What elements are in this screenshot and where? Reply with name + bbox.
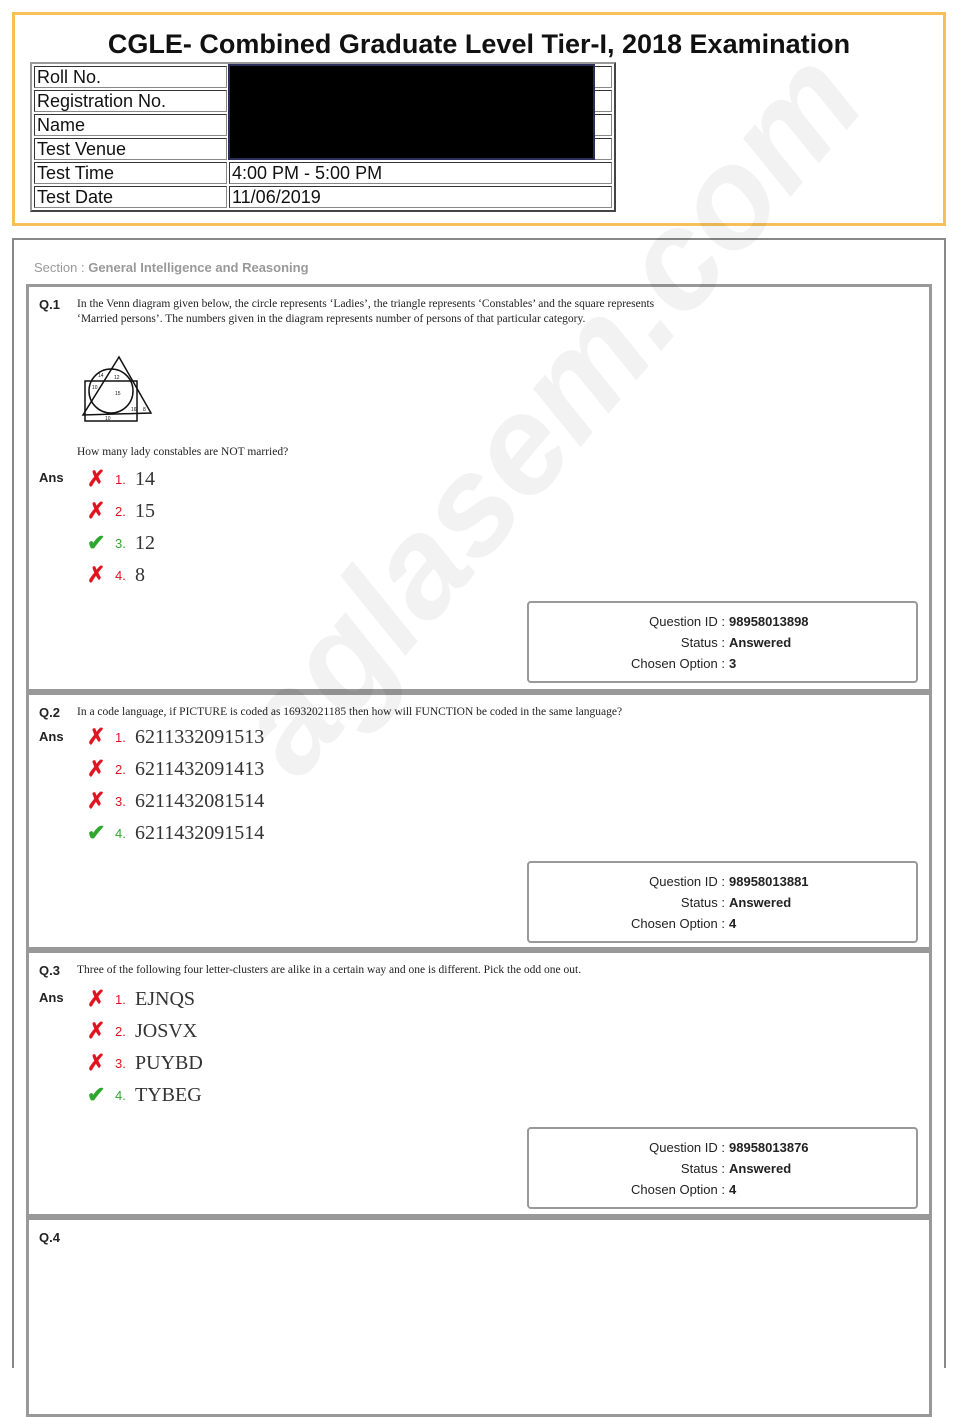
check-icon: ✔ — [87, 1082, 106, 1107]
redaction-block — [228, 64, 595, 160]
question-number: Q.2 — [39, 705, 60, 720]
answer-option: ✗ 1. EJNQS — [87, 985, 195, 1013]
info-label: Registration No. — [34, 90, 227, 112]
question-info-box: Question ID :98958013876 Status : Answere… — [527, 1127, 918, 1209]
option-value: 12 — [135, 531, 155, 554]
answer-option: ✗ 4. 8 — [87, 561, 145, 589]
option-value: JOSVX — [135, 1019, 198, 1042]
option-value: 14 — [135, 467, 155, 490]
question-prompt: How many lady constables are NOT married… — [77, 446, 289, 458]
question-number: Q.3 — [39, 963, 60, 978]
option-number: 2. — [115, 1023, 126, 1039]
option-value: 8 — [135, 563, 145, 586]
answer-option: ✗ 2. JOSVX — [87, 1017, 197, 1045]
exam-title: CGLE- Combined Graduate Level Tier-I, 20… — [107, 29, 851, 59]
cross-icon: ✗ — [87, 986, 106, 1011]
option-value: 6211432081514 — [135, 789, 265, 812]
cross-icon: ✗ — [87, 466, 106, 491]
question-3: Q.3 Three of the following four letter-c… — [26, 950, 932, 1217]
info-label: Name — [34, 114, 227, 136]
answer-option: ✔ 4. TYBEG — [87, 1081, 202, 1109]
option-number: 3. — [115, 535, 126, 551]
info-label: Test Time — [34, 162, 227, 184]
option-number: 2. — [115, 503, 126, 519]
option-value: EJNQS — [135, 987, 196, 1010]
question-4: Q.4 — [26, 1217, 932, 1417]
answer-option: ✔ 3. 12 — [87, 529, 155, 557]
option-number: 4. — [115, 1087, 126, 1103]
svg-text:14: 14 — [98, 373, 104, 379]
ans-label: Ans — [39, 990, 64, 1005]
response-sheet: Section : General Intelligence and Reaso… — [12, 238, 946, 1417]
option-value: 6211332091513 — [135, 725, 265, 748]
question-info-box: Question ID :98958013881 Status : Answere… — [527, 861, 918, 943]
info-label: Test Date — [34, 186, 227, 208]
option-number: 1. — [115, 729, 126, 745]
option-number: 2. — [115, 761, 126, 777]
answer-option: ✗ 2. 6211432091413 — [87, 755, 264, 783]
option-number: 4. — [115, 825, 126, 841]
question-text: In a code language, if PICTURE is coded … — [77, 706, 623, 718]
info-label: Test Venue — [34, 138, 227, 160]
option-value: PUYBD — [135, 1051, 203, 1074]
svg-text:12: 12 — [114, 375, 120, 381]
info-value: 4:00 PM - 5:00 PM — [229, 162, 612, 184]
info-value: 11/06/2019 — [229, 186, 612, 208]
svg-text:8: 8 — [143, 407, 146, 413]
option-number: 3. — [115, 1055, 126, 1071]
option-number: 4. — [115, 567, 126, 583]
question-text: Three of the following four letter-clust… — [77, 964, 582, 976]
answer-option: ✗ 1. 14 — [87, 465, 155, 493]
question-number: Q.4 — [39, 1230, 60, 1245]
info-row: Test Time 4:00 PM - 5:00 PM — [34, 162, 612, 184]
cross-icon: ✗ — [87, 724, 106, 749]
answer-option: ✗ 3. 6211432081514 — [87, 787, 264, 815]
cross-icon: ✗ — [87, 1050, 106, 1075]
cross-icon: ✗ — [87, 498, 106, 523]
answer-option: ✔ 4. 6211432091514 — [87, 819, 264, 847]
check-icon: ✔ — [87, 530, 106, 555]
info-row: Test Date 11/06/2019 — [34, 186, 612, 208]
svg-text:10: 10 — [92, 385, 98, 391]
option-value: 6211432091514 — [135, 821, 265, 844]
section-label: Section : General Intelligence and Reaso… — [34, 260, 309, 275]
answer-option: ✗ 3. PUYBD — [87, 1049, 203, 1077]
option-value: 6211432091413 — [135, 757, 265, 780]
cross-icon: ✗ — [87, 1018, 106, 1043]
info-label: Roll No. — [34, 66, 227, 88]
question-info-box: Question ID :98958013898 Status : Answere… — [527, 601, 918, 683]
question-number: Q.1 — [39, 297, 60, 312]
ans-label: Ans — [39, 470, 64, 485]
option-value: 15 — [135, 499, 155, 522]
cross-icon: ✗ — [87, 562, 106, 587]
option-number: 3. — [115, 793, 126, 809]
option-number: 1. — [115, 991, 126, 1007]
svg-text:10: 10 — [105, 416, 111, 422]
cross-icon: ✗ — [87, 756, 106, 781]
svg-text:16: 16 — [131, 407, 137, 413]
answer-option: ✗ 1. 6211332091513 — [87, 723, 264, 751]
question-text: In the Venn diagram given below, the cir… — [77, 298, 655, 325]
cross-icon: ✗ — [87, 788, 106, 813]
answer-option: ✗ 2. 15 — [87, 497, 155, 525]
question-1: Q.1 In the Venn diagram given below, the… — [26, 284, 932, 692]
venn-diagram: 14 12 10 15 16 8 10 — [81, 355, 153, 422]
ans-label: Ans — [39, 729, 64, 744]
exam-header: CGLE- Combined Graduate Level Tier-I, 20… — [12, 12, 946, 226]
svg-text:15: 15 — [115, 391, 121, 397]
option-value: TYBEG — [135, 1083, 202, 1106]
check-icon: ✔ — [87, 820, 106, 845]
option-number: 1. — [115, 471, 126, 487]
question-2: Q.2 In a code language, if PICTURE is co… — [26, 692, 932, 950]
